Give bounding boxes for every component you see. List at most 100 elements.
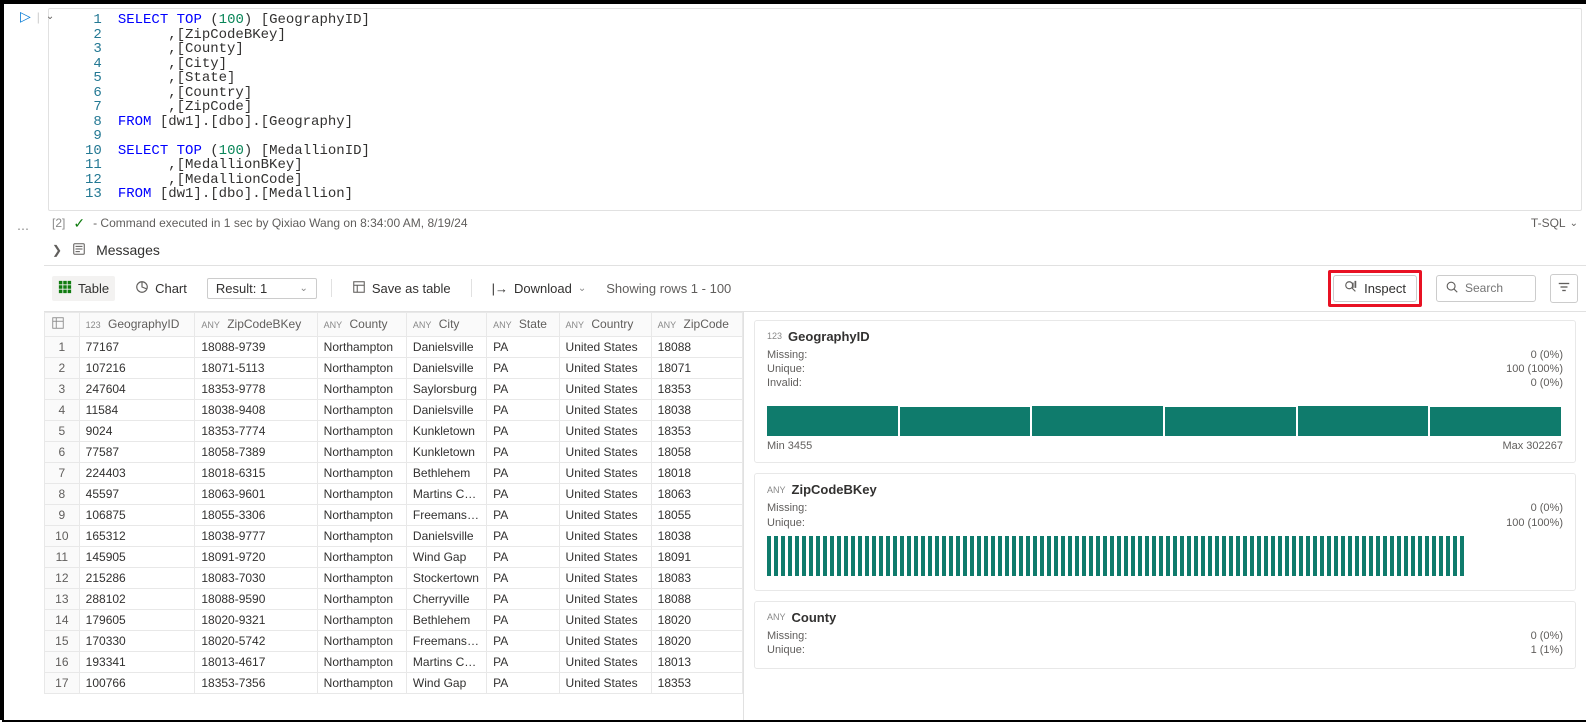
table-cell[interactable]: 18083-7030 — [195, 567, 317, 588]
table-cell[interactable]: 18353 — [651, 420, 742, 441]
table-cell[interactable]: Bethlehem — [406, 462, 486, 483]
table-cell[interactable]: PA — [487, 630, 559, 651]
table-cell[interactable]: 215286 — [79, 567, 195, 588]
table-cell[interactable]: PA — [487, 588, 559, 609]
table-cell[interactable]: 18091-9720 — [195, 546, 317, 567]
table-cell[interactable]: 18055-3306 — [195, 504, 317, 525]
table-cell[interactable]: United States — [559, 420, 651, 441]
column-header[interactable]: ANY Country — [559, 312, 651, 336]
table-row[interactable]: 722440318018-6315NorthamptonBethlehemPAU… — [45, 462, 743, 483]
table-cell[interactable]: Northampton — [317, 588, 406, 609]
table-row[interactable]: 1114590518091-9720NorthamptonWind GapPAU… — [45, 546, 743, 567]
table-cell[interactable]: PA — [487, 567, 559, 588]
table-cell[interactable]: Danielsville — [406, 399, 486, 420]
table-cell[interactable]: 18038 — [651, 399, 742, 420]
table-cell[interactable]: PA — [487, 378, 559, 399]
search-input[interactable] — [1465, 281, 1525, 295]
table-cell[interactable]: 18353-7774 — [195, 420, 317, 441]
language-selector[interactable]: T-SQL ⌄ — [1531, 216, 1578, 230]
table-cell[interactable]: 224403 — [79, 462, 195, 483]
table-cell[interactable]: United States — [559, 630, 651, 651]
table-cell[interactable]: PA — [487, 420, 559, 441]
column-header[interactable]: ANY County — [317, 312, 406, 336]
table-cell[interactable]: Northampton — [317, 399, 406, 420]
table-cell[interactable]: 107216 — [79, 357, 195, 378]
table-cell[interactable]: 18058 — [651, 441, 742, 462]
table-cell[interactable]: Freemansb… — [406, 630, 486, 651]
table-cell[interactable]: Martins Cr… — [406, 651, 486, 672]
table-cell[interactable]: PA — [487, 357, 559, 378]
table-cell[interactable]: 18038-9777 — [195, 525, 317, 546]
table-cell[interactable]: PA — [487, 609, 559, 630]
table-cell[interactable]: Northampton — [317, 609, 406, 630]
table-cell[interactable]: PA — [487, 462, 559, 483]
table-cell[interactable]: PA — [487, 525, 559, 546]
table-cell[interactable]: PA — [487, 483, 559, 504]
table-cell[interactable]: Northampton — [317, 378, 406, 399]
table-cell[interactable]: United States — [559, 378, 651, 399]
table-cell[interactable]: Northampton — [317, 567, 406, 588]
table-cell[interactable]: United States — [559, 672, 651, 693]
inspect-button[interactable]: Inspect — [1333, 275, 1417, 302]
table-cell[interactable]: 45597 — [79, 483, 195, 504]
table-cell[interactable]: United States — [559, 462, 651, 483]
table-cell[interactable]: 18088-9590 — [195, 588, 317, 609]
download-button[interactable]: |→ Download ⌄ — [486, 277, 593, 300]
table-cell[interactable]: 247604 — [79, 378, 195, 399]
table-cell[interactable]: 18353 — [651, 378, 742, 399]
search-box[interactable] — [1436, 275, 1536, 302]
inspect-pane[interactable]: 123GeographyIDMissing:0 (0%)Unique:100 (… — [744, 312, 1586, 721]
table-cell[interactable]: Wind Gap — [406, 546, 486, 567]
table-cell[interactable]: Danielsville — [406, 525, 486, 546]
table-row[interactable]: 84559718063-9601NorthamptonMartins Cr…PA… — [45, 483, 743, 504]
table-cell[interactable]: 18038-9408 — [195, 399, 317, 420]
table-row[interactable]: 1619334118013-4617NorthamptonMartins Cr…… — [45, 651, 743, 672]
table-cell[interactable]: 18088-9739 — [195, 336, 317, 357]
table-row[interactable]: 1517033018020-5742NorthamptonFreemansb…P… — [45, 630, 743, 651]
table-cell[interactable]: Northampton — [317, 483, 406, 504]
table-cell[interactable]: 179605 — [79, 609, 195, 630]
table-cell[interactable]: 165312 — [79, 525, 195, 546]
column-header[interactable]: ANY ZipCode — [651, 312, 742, 336]
table-cell[interactable]: 288102 — [79, 588, 195, 609]
table-cell[interactable]: 18013-4617 — [195, 651, 317, 672]
filter-button[interactable] — [1550, 274, 1578, 303]
table-cell[interactable]: Stockertown — [406, 567, 486, 588]
table-cell[interactable]: Northampton — [317, 357, 406, 378]
table-cell[interactable]: United States — [559, 504, 651, 525]
table-cell[interactable]: 18353 — [651, 672, 742, 693]
table-cell[interactable]: United States — [559, 567, 651, 588]
table-cell[interactable]: 18071-5113 — [195, 357, 317, 378]
messages-label[interactable]: Messages — [96, 242, 160, 258]
table-view-button[interactable]: Table — [52, 276, 115, 301]
table-cell[interactable]: Northampton — [317, 630, 406, 651]
table-row[interactable]: 1417960518020-9321NorthamptonBethlehemPA… — [45, 609, 743, 630]
table-cell[interactable]: Northampton — [317, 420, 406, 441]
table-cell[interactable]: 106875 — [79, 504, 195, 525]
table-row[interactable]: 1221528618083-7030NorthamptonStockertown… — [45, 567, 743, 588]
table-row[interactable]: 5902418353-7774NorthamptonKunkletownPAUn… — [45, 420, 743, 441]
table-cell[interactable]: 18013 — [651, 651, 742, 672]
column-header[interactable]: 123 GeographyID — [79, 312, 195, 336]
table-row[interactable]: 1328810218088-9590NorthamptonCherryville… — [45, 588, 743, 609]
table-cell[interactable]: 18020 — [651, 630, 742, 651]
table-cell[interactable]: Northampton — [317, 672, 406, 693]
table-cell[interactable]: United States — [559, 525, 651, 546]
table-cell[interactable]: PA — [487, 546, 559, 567]
table-row[interactable]: 324760418353-9778NorthamptonSaylorsburgP… — [45, 378, 743, 399]
table-cell[interactable]: Danielsville — [406, 336, 486, 357]
table-cell[interactable]: 18353-7356 — [195, 672, 317, 693]
table-cell[interactable]: PA — [487, 651, 559, 672]
table-cell[interactable]: Bethlehem — [406, 609, 486, 630]
table-cell[interactable]: 18063 — [651, 483, 742, 504]
run-icon[interactable]: ▷ — [18, 8, 31, 25]
table-cell[interactable]: PA — [487, 399, 559, 420]
result-select[interactable]: Result: 1 ⌄ — [207, 278, 317, 299]
table-cell[interactable]: PA — [487, 336, 559, 357]
table-cell[interactable]: United States — [559, 483, 651, 504]
table-cell[interactable]: United States — [559, 357, 651, 378]
table-cell[interactable]: Northampton — [317, 336, 406, 357]
table-cell[interactable]: Danielsville — [406, 357, 486, 378]
table-cell[interactable]: Northampton — [317, 441, 406, 462]
table-cell[interactable]: 18055 — [651, 504, 742, 525]
